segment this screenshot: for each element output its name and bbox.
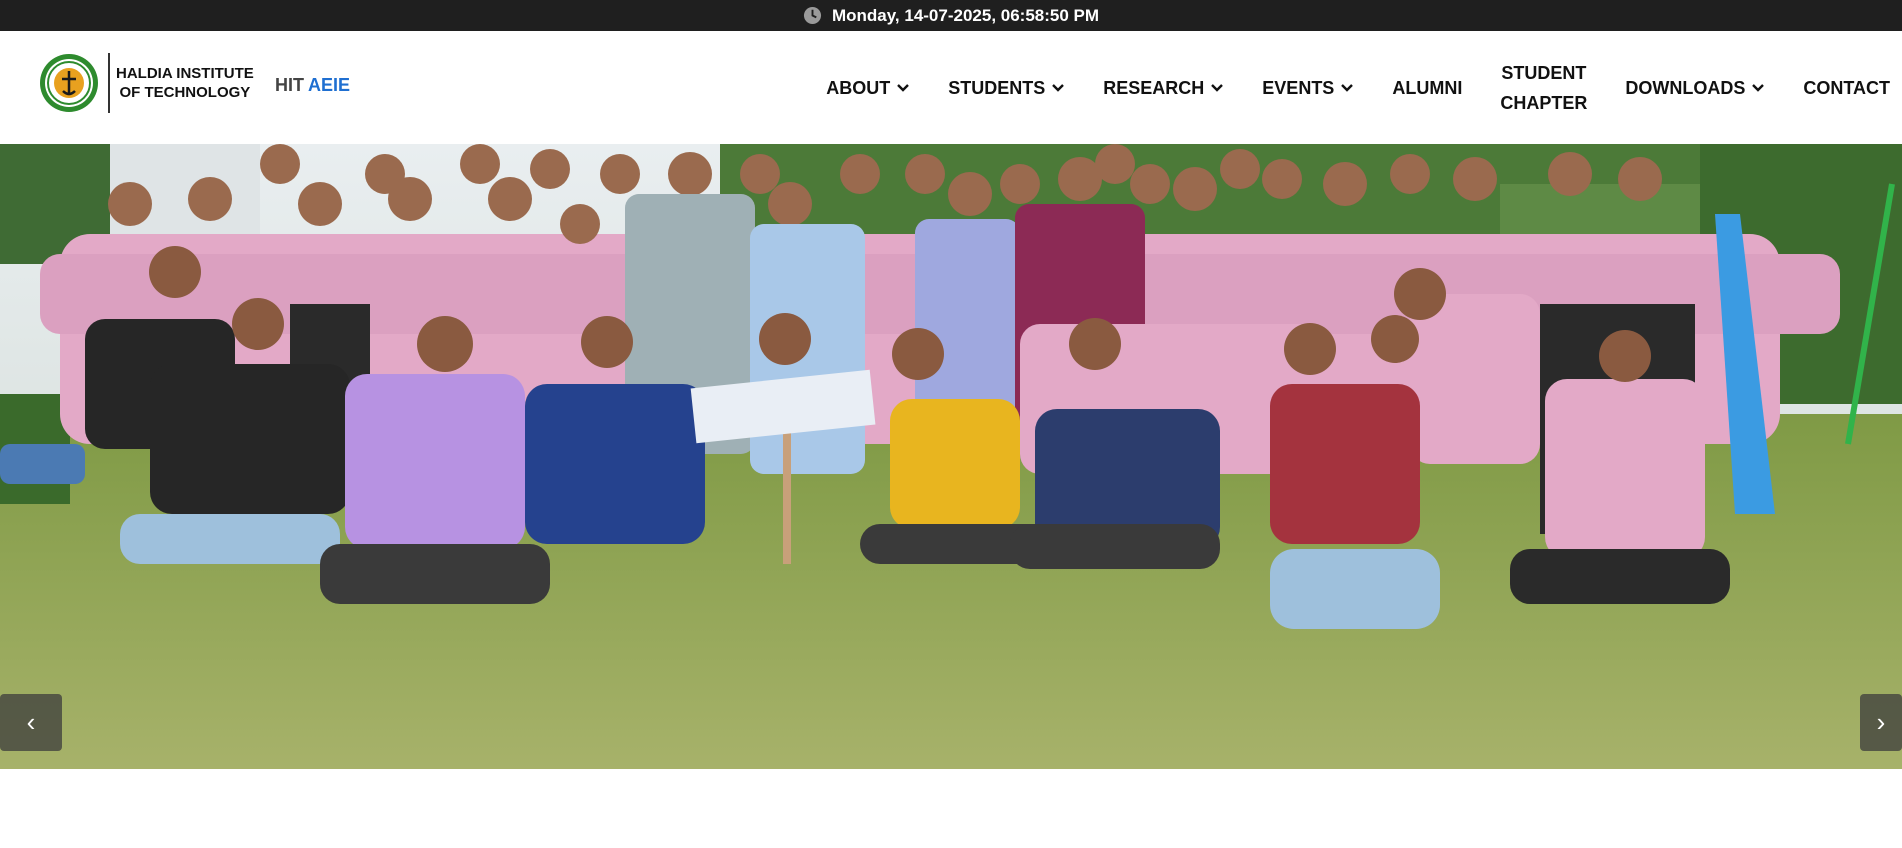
nav-students[interactable]: STUDENTS bbox=[948, 73, 1065, 103]
group-photo-image bbox=[0, 144, 1902, 769]
chevron-down-icon bbox=[1752, 83, 1765, 92]
chevron-down-icon bbox=[1341, 83, 1354, 92]
main-navigation: ABOUT STUDENTS RESEARCH EVENTS ALUMNI ST… bbox=[826, 31, 1902, 144]
institute-seal-icon bbox=[40, 54, 98, 112]
chevron-down-icon bbox=[1211, 83, 1224, 92]
chevron-down-icon bbox=[1052, 83, 1065, 92]
nav-events[interactable]: EVENTS bbox=[1262, 73, 1354, 103]
clock-icon bbox=[803, 6, 822, 25]
nav-research[interactable]: RESEARCH bbox=[1103, 73, 1224, 103]
chevron-down-icon bbox=[897, 83, 910, 92]
site-header: HALDIA INSTITUTE OF TECHNOLOGY HIT AEIE A… bbox=[0, 31, 1902, 144]
nav-downloads[interactable]: DOWNLOADS bbox=[1625, 73, 1765, 103]
institute-logo[interactable]: HALDIA INSTITUTE OF TECHNOLOGY bbox=[38, 45, 254, 121]
top-datetime-bar: Monday, 14-07-2025, 06:58:50 PM bbox=[0, 0, 1902, 31]
department-name: AEIE bbox=[308, 75, 351, 95]
carousel-next-button[interactable]: › bbox=[1860, 694, 1902, 751]
datetime-text: Monday, 14-07-2025, 06:58:50 PM bbox=[831, 5, 1100, 25]
nav-student-chapter[interactable]: STUDENT CHAPTER bbox=[1500, 58, 1587, 118]
logo-divider bbox=[108, 53, 110, 113]
hero-carousel[interactable]: ‹ › bbox=[0, 144, 1902, 769]
nav-contact[interactable]: CONTACT bbox=[1803, 73, 1890, 103]
institute-name: HALDIA INSTITUTE OF TECHNOLOGY bbox=[116, 65, 254, 101]
department-prefix: HIT bbox=[275, 75, 304, 95]
carousel-prev-button[interactable]: ‹ bbox=[0, 694, 62, 751]
nav-alumni[interactable]: ALUMNI bbox=[1392, 73, 1462, 103]
nav-about[interactable]: ABOUT bbox=[826, 73, 910, 103]
department-title[interactable]: HIT AEIE bbox=[275, 75, 350, 96]
